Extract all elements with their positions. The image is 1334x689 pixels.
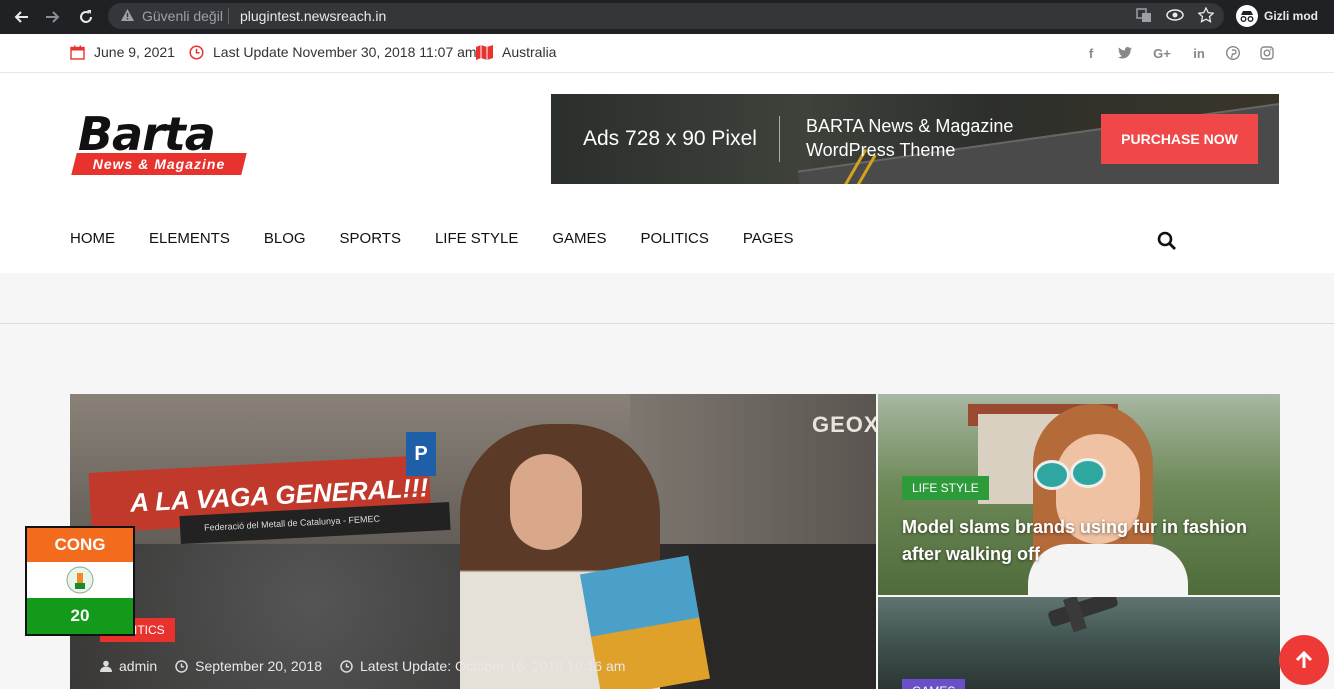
nav-item-life-style[interactable]: LIFE STYLE bbox=[435, 230, 518, 247]
parking-sign: P bbox=[406, 432, 436, 476]
purchase-now-button[interactable]: PURCHASE NOW bbox=[1101, 114, 1258, 164]
nav-item-elements[interactable]: ELEMENTS bbox=[149, 230, 230, 247]
site-logo[interactable]: Barta News & Magazine bbox=[71, 107, 248, 181]
back-to-top-button[interactable] bbox=[1279, 635, 1329, 685]
map-icon bbox=[476, 44, 493, 60]
nav-item-blog[interactable]: BLOG bbox=[264, 230, 306, 247]
incognito-indicator[interactable]: Gizli mod bbox=[1232, 3, 1328, 29]
linkedin-icon[interactable]: in bbox=[1192, 46, 1206, 61]
featured-post-side-2[interactable]: GAMES bbox=[878, 597, 1280, 689]
clock-icon bbox=[340, 659, 353, 673]
party-count: 20 bbox=[27, 598, 133, 634]
image-store-sign: GEOX bbox=[812, 412, 876, 437]
location-text: Australia bbox=[502, 44, 557, 60]
featured-post-side-1[interactable]: LIFE STYLE Model slams brands using fur … bbox=[878, 394, 1280, 595]
election-widget[interactable]: CONG 20 bbox=[25, 526, 135, 636]
post-updated: Latest Update: October 16, 2018 10:16 am bbox=[340, 658, 625, 674]
social-links: f G+ in bbox=[1084, 46, 1274, 61]
date-text: June 9, 2021 bbox=[94, 44, 175, 60]
party-name: CONG bbox=[27, 528, 133, 562]
ad-headline-line1: BARTA News & Magazine bbox=[806, 116, 1014, 136]
forward-arrow-icon[interactable] bbox=[42, 6, 64, 28]
star-icon[interactable] bbox=[1197, 6, 1215, 28]
ad-headline: BARTA News & Magazine WordPress Theme bbox=[806, 114, 1013, 162]
pinterest-icon[interactable] bbox=[1226, 46, 1240, 60]
image-face bbox=[510, 454, 582, 550]
image-sunglass-right bbox=[1070, 458, 1106, 488]
current-date: June 9, 2021 bbox=[70, 44, 175, 60]
back-arrow-icon[interactable] bbox=[10, 6, 32, 28]
browser-toolbar: Güvenli değil plugintest.newsreach.in Gi… bbox=[0, 0, 1334, 34]
url-text[interactable]: plugintest.newsreach.in bbox=[240, 8, 386, 24]
incognito-icon bbox=[1236, 5, 1258, 27]
post-updated-text: Latest Update: October 16, 2018 10:16 am bbox=[360, 658, 626, 674]
last-update-text: Last Update November 30, 2018 11:07 am bbox=[213, 44, 477, 60]
warning-icon bbox=[120, 8, 135, 27]
main-navigation: HOME ELEMENTS BLOG SPORTS LIFE STYLE GAM… bbox=[70, 230, 793, 247]
search-icon[interactable] bbox=[1157, 231, 1177, 256]
featured-post-main[interactable]: A LA VAGA GENERAL!!! Federació del Metal… bbox=[70, 394, 876, 689]
eye-icon[interactable] bbox=[1166, 7, 1184, 28]
facebook-icon[interactable]: f bbox=[1084, 46, 1098, 61]
ad-banner[interactable]: Ads 728 x 90 Pixel BARTA News & Magazine… bbox=[551, 94, 1279, 184]
site-header: Barta News & Magazine Ads 728 x 90 Pixel… bbox=[0, 73, 1334, 273]
post-author[interactable]: admin bbox=[100, 658, 157, 674]
nav-item-pages[interactable]: PAGES bbox=[743, 230, 794, 247]
logo-subtitle-band: News & Magazine bbox=[71, 153, 247, 175]
image-sunglass-left bbox=[1034, 460, 1070, 490]
incognito-label: Gizli mod bbox=[1264, 9, 1318, 23]
insecure-label: Güvenli değil bbox=[142, 8, 223, 24]
reload-icon[interactable] bbox=[75, 6, 97, 28]
author-name: admin bbox=[119, 658, 158, 674]
arrow-up-icon bbox=[1295, 650, 1313, 668]
nav-item-sports[interactable]: SPORTS bbox=[340, 230, 401, 247]
side-post-title[interactable]: Model slams brands using fur in fashion … bbox=[902, 514, 1262, 568]
calendar-icon bbox=[70, 45, 85, 60]
ad-divider bbox=[779, 116, 780, 162]
divider bbox=[228, 8, 229, 24]
clock-icon bbox=[175, 659, 188, 673]
twitter-icon[interactable] bbox=[1118, 46, 1132, 60]
nav-item-politics[interactable]: POLITICS bbox=[641, 230, 709, 247]
clock-icon bbox=[189, 44, 204, 60]
user-icon bbox=[100, 660, 112, 672]
translate-icon[interactable] bbox=[1136, 7, 1152, 28]
featured-post-meta: admin September 20, 2018 Latest Update: … bbox=[100, 658, 625, 674]
post-date-text: September 20, 2018 bbox=[195, 658, 323, 674]
category-badge-games[interactable]: GAMES bbox=[902, 679, 966, 689]
category-badge-life-style[interactable]: LIFE STYLE bbox=[902, 476, 989, 500]
logo-subtitle: News & Magazine bbox=[92, 156, 226, 172]
last-update: Last Update November 30, 2018 11:07 am bbox=[189, 44, 477, 60]
nav-item-games[interactable]: GAMES bbox=[552, 230, 606, 247]
party-symbol-icon bbox=[27, 562, 133, 598]
google-plus-icon[interactable]: G+ bbox=[1152, 46, 1172, 61]
ad-headline-line2: WordPress Theme bbox=[806, 140, 956, 160]
location: Australia bbox=[476, 44, 556, 60]
nav-item-home[interactable]: HOME bbox=[70, 230, 115, 247]
address-bar[interactable]: Güvenli değil plugintest.newsreach.in bbox=[108, 3, 1224, 29]
breadcrumb-band bbox=[0, 273, 1334, 324]
post-date: September 20, 2018 bbox=[175, 658, 322, 674]
ad-size-label: Ads 728 x 90 Pixel bbox=[583, 127, 757, 150]
top-info-bar: June 9, 2021 Last Update November 30, 20… bbox=[0, 34, 1334, 73]
instagram-icon[interactable] bbox=[1260, 46, 1274, 60]
